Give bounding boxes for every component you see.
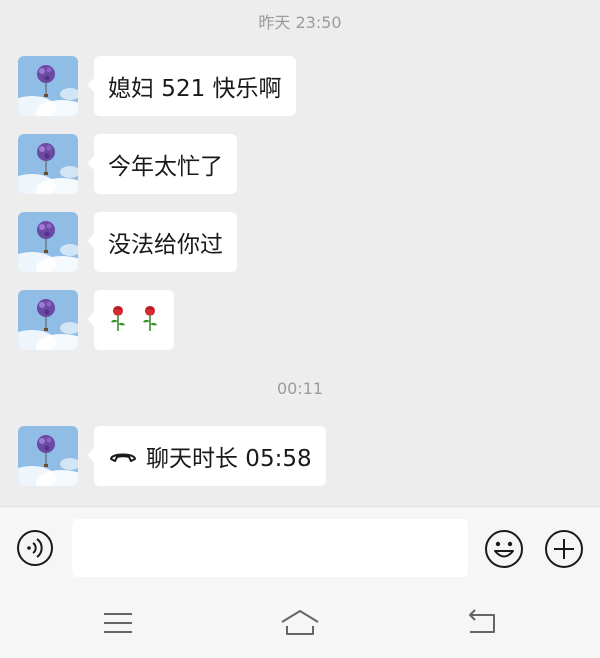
back-icon[interactable] — [462, 606, 502, 640]
phone-hangup-icon — [108, 446, 138, 466]
avatar[interactable] — [18, 426, 78, 486]
avatar[interactable] — [18, 212, 78, 272]
avatar[interactable] — [18, 290, 78, 350]
message-bubble[interactable]: 没法给你过 — [87, 212, 237, 272]
call-record-bubble[interactable]: 聊天时长 05:58 — [87, 426, 326, 486]
message-bubble[interactable]: 今年太忙了 — [87, 134, 237, 194]
home-icon[interactable] — [280, 606, 320, 640]
system-navigation-bar — [0, 588, 600, 658]
plus-icon — [545, 530, 583, 568]
input-bar — [0, 506, 600, 588]
call-duration-text: 聊天时长 05:58 — [146, 446, 312, 472]
chat-message-list[interactable]: 昨天 23:50 媳妇 521 快乐啊 今年太忙了 没法给你过 00:11 聊天… — [0, 0, 600, 506]
rose-emoji-icon — [140, 304, 160, 337]
message-text: 今年太忙了 — [108, 154, 223, 180]
avatar[interactable] — [18, 56, 78, 116]
voice-button[interactable] — [16, 529, 54, 567]
voice-icon — [17, 530, 53, 566]
more-button[interactable] — [544, 529, 584, 569]
timestamp: 昨天 23:50 — [258, 13, 342, 32]
emoji-button[interactable] — [484, 529, 524, 569]
avatar[interactable] — [18, 134, 78, 194]
smiley-icon — [485, 530, 523, 568]
message-text: 媳妇 521 快乐啊 — [108, 76, 282, 102]
timestamp: 00:11 — [276, 379, 324, 398]
message-bubble[interactable]: 媳妇 521 快乐啊 — [87, 56, 296, 116]
message-bubble[interactable] — [87, 290, 174, 350]
rose-emoji-icon — [108, 304, 128, 337]
message-input[interactable] — [72, 519, 468, 577]
message-text: 没法给你过 — [108, 232, 223, 258]
menu-icon[interactable] — [98, 606, 138, 640]
